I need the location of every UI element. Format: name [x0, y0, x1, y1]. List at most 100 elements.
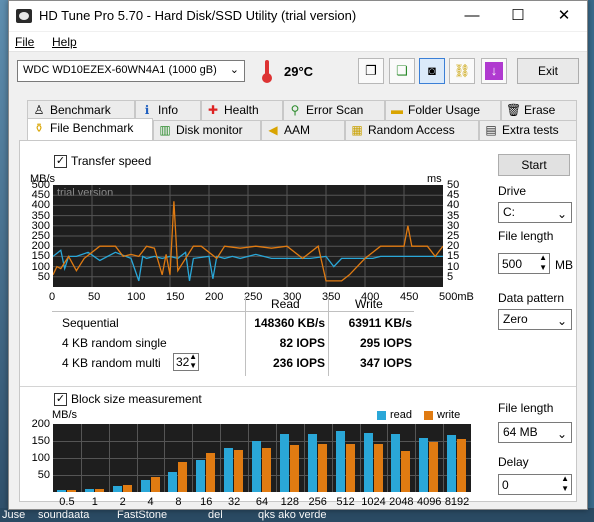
app-disk-icon: [16, 9, 32, 23]
bar-write: [94, 489, 104, 492]
options-chain-icon: ⛓: [453, 63, 471, 78]
options-button[interactable]: ⛓: [449, 58, 475, 84]
gridline-h: [53, 441, 471, 442]
bar-write: [262, 447, 272, 492]
y-tick-label-right: 5: [447, 270, 454, 283]
tab-label: Health: [224, 103, 259, 117]
menu-help[interactable]: Help: [52, 35, 77, 49]
tab-erase[interactable]: 🗑 Erase: [501, 100, 577, 120]
spinner-down-icon[interactable]: ▼: [189, 361, 197, 370]
extra-tests-icon: ▤: [485, 123, 497, 137]
start-button[interactable]: Start: [498, 154, 570, 176]
copy-text-button[interactable]: ❐: [358, 58, 384, 84]
tab-benchmark[interactable]: ♙ Benchmark: [27, 100, 135, 120]
block-file-length-combo[interactable]: 64 MB ⌄: [498, 422, 572, 443]
drive-select[interactable]: WDC WD10EZEX-60WN4A1 (1000 gB) ⌄: [17, 60, 245, 82]
taskbar-label[interactable]: soundaata: [38, 509, 89, 521]
toolbar: WDC WD10EZEX-60WN4A1 (1000 gB) ⌄ 29°C ❐ …: [9, 53, 587, 93]
tab-info[interactable]: ℹ Info: [135, 100, 201, 120]
spinner-up-icon[interactable]: ▲: [561, 474, 569, 483]
tab-file-benchmark[interactable]: ⚱ File Benchmark: [27, 118, 153, 140]
chevron-down-icon: ⌄: [556, 427, 567, 441]
data-pattern-label: Data pattern: [498, 291, 565, 305]
x-tick-label: 8: [175, 496, 182, 508]
disk-monitor-icon: ▥: [159, 123, 171, 137]
copy-text-icon: ❐: [365, 63, 377, 78]
x-tick-label: 1: [91, 496, 98, 508]
tab-random-access[interactable]: ▦ Random Access: [345, 120, 479, 140]
bar-write: [289, 445, 299, 492]
results-divider: [52, 311, 414, 312]
delay-spinner[interactable]: 0 ▲ ▼: [498, 474, 572, 495]
data-pattern-combo[interactable]: Zero ⌄: [498, 309, 572, 330]
tab-extra-tests[interactable]: ▤ Extra tests: [479, 120, 577, 140]
exit-button[interactable]: Exit: [517, 58, 579, 84]
save-button[interactable]: ↓: [481, 58, 507, 84]
magnifier-icon: ⚲: [290, 103, 300, 117]
spinner-down-icon[interactable]: ▼: [539, 263, 547, 272]
tab-disk-monitor[interactable]: ▥ Disk monitor: [153, 120, 261, 140]
bar-read: [84, 488, 94, 492]
thermometer-icon: [262, 60, 272, 83]
taskbar-label[interactable]: FastStone: [117, 509, 167, 521]
spinner-down-icon[interactable]: ▼: [561, 484, 569, 493]
bar-read: [168, 472, 178, 492]
bar-write: [67, 490, 76, 492]
menu-bar: File Help: [9, 32, 587, 52]
tab-label: Folder Usage: [408, 103, 481, 117]
taskbar-label[interactable]: qks ako verde: [258, 509, 326, 521]
transfer-speed-plot: [53, 185, 443, 287]
bar-read: [447, 434, 457, 492]
maximize-button[interactable]: ☐: [495, 1, 541, 31]
y-tick-label: 50: [37, 270, 50, 283]
bar-read: [112, 485, 122, 492]
bar-write: [234, 449, 244, 492]
block-size-label: Block size measurement: [71, 392, 202, 406]
tab-label: Erase: [524, 103, 556, 117]
dumbbell-icon: ♙: [33, 103, 45, 117]
x-tick-label: 100: [127, 291, 146, 303]
spinner-up-icon[interactable]: ▲: [189, 352, 197, 361]
tab-health[interactable]: ✚ Health: [201, 100, 283, 120]
file-length-label: File length: [498, 229, 554, 243]
bar-read: [363, 432, 373, 492]
drive-combo[interactable]: C: ⌄: [498, 202, 572, 223]
menu-file[interactable]: File: [15, 35, 34, 49]
gridline-v: [248, 424, 250, 492]
file-length-value: 500: [502, 257, 523, 271]
close-button[interactable]: ✕: [541, 1, 587, 31]
tab-label: Error Scan: [306, 103, 364, 117]
taskbar-label[interactable]: del: [208, 509, 223, 521]
copy-info-button[interactable]: ❏: [389, 58, 415, 84]
x-tick-label: 512: [336, 496, 355, 508]
tab-row-bottom: ⚱ File Benchmark ▥ Disk monitor ◀ AAM ▦ Rand…: [19, 118, 577, 140]
y-tick-label: 200: [31, 418, 50, 430]
screenshot-button[interactable]: ◙: [419, 58, 445, 84]
taskbar-label[interactable]: Juse: [2, 509, 25, 521]
y-tick-label: 50: [37, 469, 50, 481]
x-tick-label: 0.5: [59, 496, 75, 508]
gridline-v: [303, 424, 305, 492]
tab-folder-usage[interactable]: ▬ Folder Usage: [385, 100, 501, 120]
bar-write: [429, 441, 439, 492]
x-tick-label: 128: [280, 496, 300, 508]
title-bar[interactable]: HD Tune Pro 5.70 - Hard Disk/SSD Utility…: [9, 1, 587, 31]
tab-error-scan[interactable]: ⚲ Error Scan: [283, 100, 385, 120]
delay-label: Delay: [498, 455, 529, 469]
legend-write-swatch: [424, 411, 433, 420]
bar-write: [457, 439, 467, 492]
file-length-unit: MB: [555, 258, 573, 272]
file-length-spinner[interactable]: 500 ▲ ▼: [498, 253, 550, 274]
tab-label: File Benchmark: [50, 121, 134, 135]
section-divider: [20, 386, 576, 387]
x-tick-label: 500mB: [439, 291, 474, 303]
block-size-checkbox[interactable]: ✓: [54, 393, 67, 406]
spinner-up-icon[interactable]: ▲: [539, 253, 547, 262]
folder-icon: ▬: [391, 103, 403, 117]
transfer-speed-checkbox[interactable]: ✓: [54, 155, 67, 168]
result-row-label: Sequential: [62, 316, 119, 330]
minimize-button[interactable]: —: [449, 1, 495, 31]
tab-aam[interactable]: ◀ AAM: [261, 120, 345, 140]
queue-depth-spinner[interactable]: 32 ▲ ▼: [173, 352, 199, 371]
screenshot-camera-icon: ◙: [428, 63, 436, 78]
